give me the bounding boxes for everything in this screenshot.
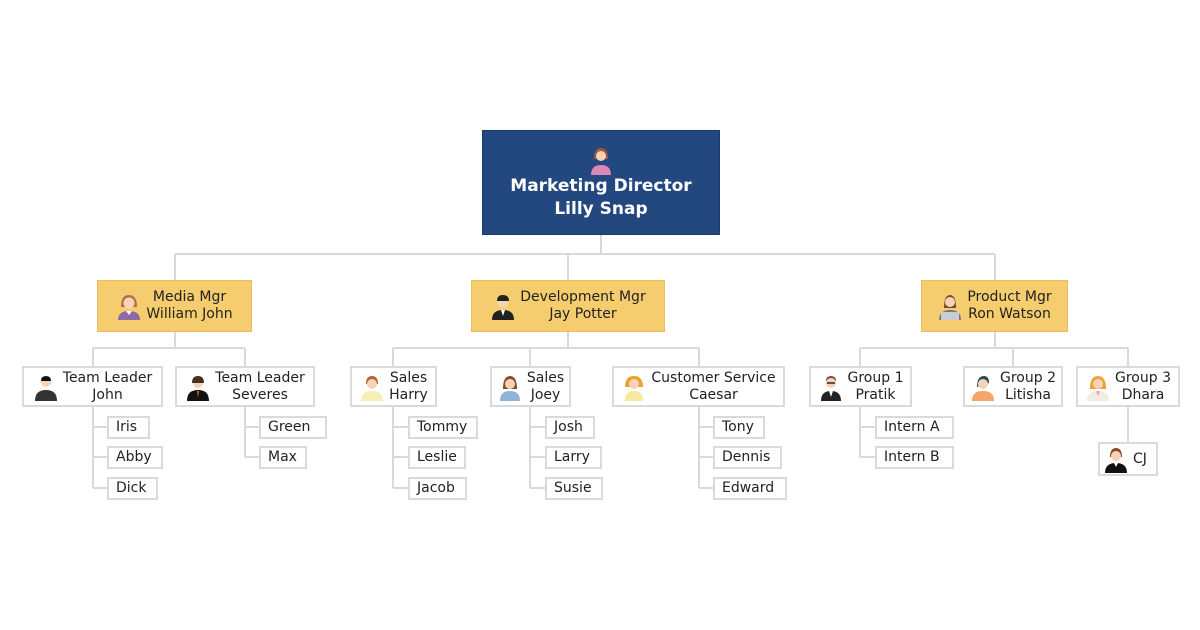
member-node[interactable]: Tony xyxy=(713,416,765,439)
manager-node-development[interactable]: Development Mgr Jay Potter xyxy=(471,280,665,332)
lead-node-harry[interactable]: Sales Harry xyxy=(350,366,437,407)
man-avatar-icon xyxy=(361,375,384,401)
member-name: CJ xyxy=(1133,450,1147,467)
lead-title: Team Leader xyxy=(215,369,305,386)
lead-name: Severes xyxy=(232,386,288,403)
manager-name: Ron Watson xyxy=(968,306,1051,322)
manager-title: Product Mgr xyxy=(967,289,1052,305)
lead-title: Sales xyxy=(389,369,428,386)
member-node[interactable]: Green xyxy=(259,416,327,439)
woman-avatar-icon xyxy=(499,375,520,401)
member-node[interactable]: Abby xyxy=(107,446,163,469)
member-node[interactable]: Intern A xyxy=(875,416,954,439)
lead-name: Dhara xyxy=(1121,386,1165,403)
lead-title: Customer Service xyxy=(651,369,776,386)
member-node[interactable]: Dick xyxy=(107,477,158,500)
lead-title: Group 2 xyxy=(1000,369,1056,386)
man-suit-avatar-icon xyxy=(187,375,210,401)
member-node[interactable]: Susie xyxy=(545,477,603,500)
lead-title: Group 3 xyxy=(1115,369,1171,386)
man-glasses-avatar-icon xyxy=(820,375,841,401)
manager-name: Jay Potter xyxy=(549,306,617,322)
member-node[interactable]: Josh xyxy=(545,416,595,439)
manager-node-media[interactable]: Media Mgr William John xyxy=(97,280,252,332)
lead-node-caesar[interactable]: Customer Service Caesar xyxy=(612,366,785,407)
member-node[interactable]: Iris xyxy=(107,416,150,439)
woman-avatar-icon xyxy=(591,147,611,175)
lead-title: Group 1 xyxy=(847,369,904,386)
member-node[interactable]: Jacob xyxy=(408,477,467,500)
lead-name: John xyxy=(92,386,123,403)
woman-avatar-icon xyxy=(625,375,644,401)
member-node[interactable]: Edward xyxy=(713,477,787,500)
lead-name: Joey xyxy=(530,386,561,403)
lead-name: Caesar xyxy=(689,386,738,403)
lead-name: Pratik xyxy=(855,386,896,403)
woman-suit-avatar-icon xyxy=(1105,448,1127,473)
manager-title: Media Mgr xyxy=(152,289,227,305)
manager-name: William John xyxy=(146,306,233,322)
member-node-cj[interactable]: CJ xyxy=(1098,442,1158,476)
woman-avatar-icon xyxy=(118,295,141,320)
lead-node-pratik[interactable]: Group 1 Pratik xyxy=(809,366,912,407)
manager-title: Development Mgr xyxy=(520,289,646,305)
lead-node-litisha[interactable]: Group 2 Litisha xyxy=(963,366,1063,407)
lead-name: Litisha xyxy=(1005,386,1051,403)
lead-title: Team Leader xyxy=(62,369,153,386)
member-node[interactable]: Larry xyxy=(545,446,602,469)
member-node[interactable]: Leslie xyxy=(408,446,466,469)
member-node[interactable]: Tommy xyxy=(408,416,478,439)
member-node[interactable]: Dennis xyxy=(713,446,782,469)
member-node[interactable]: Intern B xyxy=(875,446,954,469)
director-title: Marketing Director xyxy=(510,175,692,196)
director-node[interactable]: Marketing Director Lilly Snap xyxy=(482,130,720,235)
lead-node-john[interactable]: Team Leader John xyxy=(22,366,163,407)
man-suit-avatar-icon xyxy=(34,375,57,401)
lead-title: Sales xyxy=(526,369,565,386)
member-node[interactable]: Max xyxy=(259,446,307,469)
manager-node-product[interactable]: Product Mgr Ron Watson xyxy=(921,280,1068,332)
org-chart: Marketing Director Lilly Snap Media Mgr W… xyxy=(0,0,1200,630)
lead-name: Harry xyxy=(389,386,428,403)
man-avatar-icon xyxy=(492,295,515,320)
woman-avatar-icon xyxy=(972,375,994,401)
woman-glasses-avatar-icon xyxy=(1087,375,1109,401)
lead-node-severes[interactable]: Team Leader Severes xyxy=(175,366,315,407)
director-name: Lilly Snap xyxy=(554,198,648,219)
woman-laptop-avatar-icon xyxy=(939,295,962,320)
lead-node-joey[interactable]: Sales Joey xyxy=(490,366,571,407)
lead-node-dhara[interactable]: Group 3 Dhara xyxy=(1076,366,1180,407)
